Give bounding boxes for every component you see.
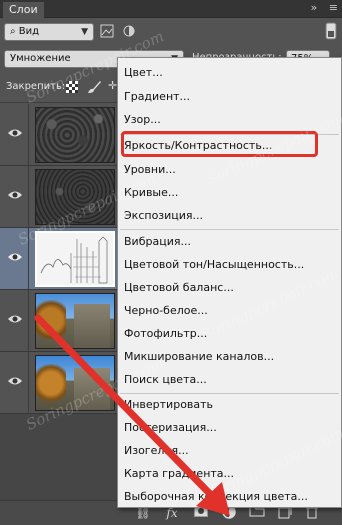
annotation-arrow [34, 314, 230, 516]
